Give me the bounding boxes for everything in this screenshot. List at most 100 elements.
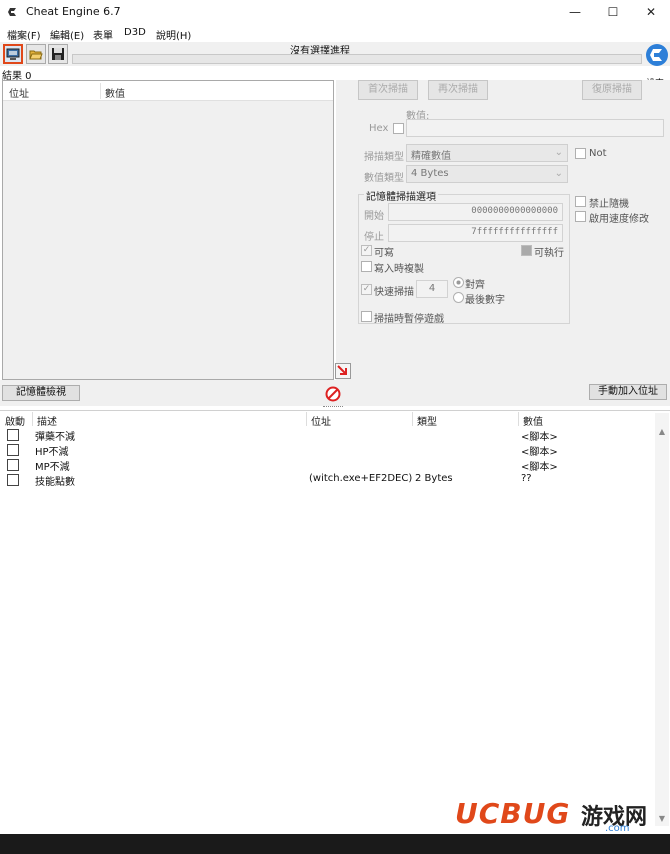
value-type-value: 4 Bytes — [411, 168, 449, 179]
add-to-list-arrow-button[interactable] — [335, 363, 351, 379]
alignment-label: 對齊 — [465, 280, 485, 291]
menu-bar: 檔案(F) 編輯(E) 表單 D3D 說明(H) — [0, 24, 670, 42]
stop-address-input[interactable]: 7fffffffffffffff — [388, 224, 563, 242]
executable-checkbox[interactable] — [521, 245, 532, 256]
stop-scan-icon[interactable] — [325, 386, 341, 402]
hex-label: Hex — [369, 123, 389, 134]
red-arrow-icon — [337, 365, 347, 375]
row-type: 2 Bytes — [415, 473, 453, 484]
hex-checkbox[interactable] — [393, 123, 404, 134]
table-row[interactable]: MP不減 <腳本> — [0, 457, 655, 473]
header-divider — [306, 412, 307, 426]
row-value: <腳本> — [521, 447, 558, 458]
copy-on-write-label: 寫入時複製 — [374, 264, 424, 275]
alignment-radio[interactable] — [453, 277, 464, 288]
last-digits-radio[interactable] — [453, 292, 464, 303]
menu-table[interactable]: 表單 — [93, 27, 113, 42]
col-address-header[interactable]: 位址 — [9, 85, 29, 100]
memory-view-button[interactable]: 記憶體檢視 — [2, 385, 80, 401]
enable-speedhack-label: 啟用速度修改 — [589, 214, 649, 225]
cheat-engine-app-icon — [6, 6, 20, 18]
disable-random-checkbox[interactable] — [575, 196, 586, 207]
menu-file[interactable]: 檔案(F) — [7, 27, 41, 42]
pause-while-scanning-checkbox[interactable] — [361, 311, 372, 322]
menu-help[interactable]: 說明(H) — [156, 27, 191, 42]
scroll-up-icon[interactable]: ▲ — [655, 425, 669, 439]
col-type-header[interactable]: 類型 — [417, 413, 437, 428]
open-process-button[interactable] — [3, 44, 23, 64]
chevron-down-icon: ⌄ — [554, 147, 563, 158]
pause-while-scanning-label: 掃描時暫停遊戲 — [374, 314, 444, 325]
copy-on-write-checkbox[interactable] — [361, 261, 372, 272]
header-divider — [32, 412, 33, 426]
vertical-scrollbar[interactable]: ▲ ▼ — [655, 413, 669, 826]
last-digits-label: 最後數字 — [465, 295, 505, 306]
writable-label: 可寫 — [374, 248, 394, 259]
menu-d3d[interactable]: D3D — [124, 27, 146, 38]
col-active-header[interactable]: 啟動 — [5, 413, 25, 428]
value-input[interactable] — [406, 119, 664, 137]
table-row[interactable]: HP不減 <腳本> — [0, 442, 655, 458]
add-address-manually-button[interactable]: 手動加入位址 — [589, 384, 667, 400]
row-active-checkbox[interactable] — [7, 429, 19, 441]
row-description: 技能點數 — [35, 477, 75, 488]
row-value: <腳本> — [521, 432, 558, 443]
row-description: MP不減 — [35, 462, 70, 473]
start-address-input[interactable]: 0000000000000000 — [388, 203, 563, 221]
col-value-header[interactable]: 數值 — [523, 413, 543, 428]
row-active-checkbox[interactable] — [7, 459, 19, 471]
scan-type-label: 掃描類型 — [364, 152, 404, 163]
enable-speedhack-checkbox[interactable] — [575, 211, 586, 222]
row-description: HP不減 — [35, 447, 69, 458]
watermark-logo: UCBUG 游戏网 .com — [455, 795, 670, 835]
maximize-button[interactable]: ☐ — [594, 0, 632, 24]
found-addresses-list[interactable]: 位址 數值 — [2, 80, 334, 380]
title-bar: Cheat Engine 6.7 — ☐ ✕ — [0, 0, 670, 24]
chevron-down-icon: ⌄ — [554, 168, 563, 179]
fast-scan-checkbox[interactable]: ✓ — [361, 284, 372, 295]
not-checkbox[interactable] — [575, 148, 586, 159]
row-active-checkbox[interactable] — [7, 444, 19, 456]
cheat-table-list[interactable]: 啟動 描述 位址 類型 數值 彈藥不減 <腳本> HP不減 <腳本> MP不減 … — [0, 410, 670, 826]
scan-type-select[interactable]: 精確數值 ⌄ — [406, 144, 568, 162]
splitter-handle[interactable] — [323, 406, 343, 408]
toolbar: 沒有選擇進程 — [0, 42, 670, 66]
middle-button-row: 記憶體檢視 手動加入位址 — [0, 380, 670, 406]
value-type-select[interactable]: 4 Bytes ⌄ — [406, 165, 568, 183]
results-header: 位址 數值 — [3, 81, 333, 101]
save-file-button[interactable] — [48, 44, 68, 64]
bottom-strip — [0, 834, 670, 854]
undo-scan-button[interactable]: 復原掃描 — [582, 80, 642, 100]
scan-type-value: 精確數值 — [411, 151, 451, 162]
row-description: 彈藥不減 — [35, 432, 75, 443]
writable-checkbox[interactable]: ✓ — [361, 245, 372, 256]
close-button[interactable]: ✕ — [632, 0, 670, 24]
col-value-header[interactable]: 數值 — [105, 85, 125, 100]
col-description-header[interactable]: 描述 — [37, 413, 57, 428]
process-progress-bar — [72, 54, 642, 64]
col-address-header[interactable]: 位址 — [311, 413, 331, 428]
watermark-brand: UCBUG — [455, 797, 571, 830]
open-file-button[interactable] — [26, 44, 46, 64]
value-type-label: 數值類型 — [364, 173, 404, 184]
fast-scan-alignment-input[interactable]: 4 — [416, 280, 448, 298]
row-address: (witch.exe+EF2DEC) — [309, 473, 413, 484]
disable-random-label: 禁止隨機 — [589, 199, 629, 210]
folder-open-icon — [29, 50, 43, 60]
header-divider — [412, 412, 413, 426]
next-scan-button[interactable]: 再次掃描 — [428, 80, 488, 100]
floppy-disk-icon — [52, 48, 64, 60]
minimize-button[interactable]: — — [556, 0, 594, 24]
row-active-checkbox[interactable] — [7, 474, 19, 486]
first-scan-button[interactable]: 首次掃描 — [358, 80, 418, 100]
fast-scan-label: 快速掃描 — [374, 287, 414, 298]
menu-edit[interactable]: 編輯(E) — [50, 27, 84, 42]
header-divider — [100, 83, 101, 99]
cheat-engine-logo-icon[interactable] — [645, 42, 669, 72]
executable-label: 可執行 — [534, 248, 564, 259]
table-row[interactable]: 彈藥不減 <腳本> — [0, 427, 655, 443]
window-title: Cheat Engine 6.7 — [26, 5, 121, 18]
table-row[interactable]: 技能點數 (witch.exe+EF2DEC) 2 Bytes ?? — [0, 472, 655, 488]
row-value: <腳本> — [521, 462, 558, 473]
watermark-domain: .com — [605, 823, 630, 834]
